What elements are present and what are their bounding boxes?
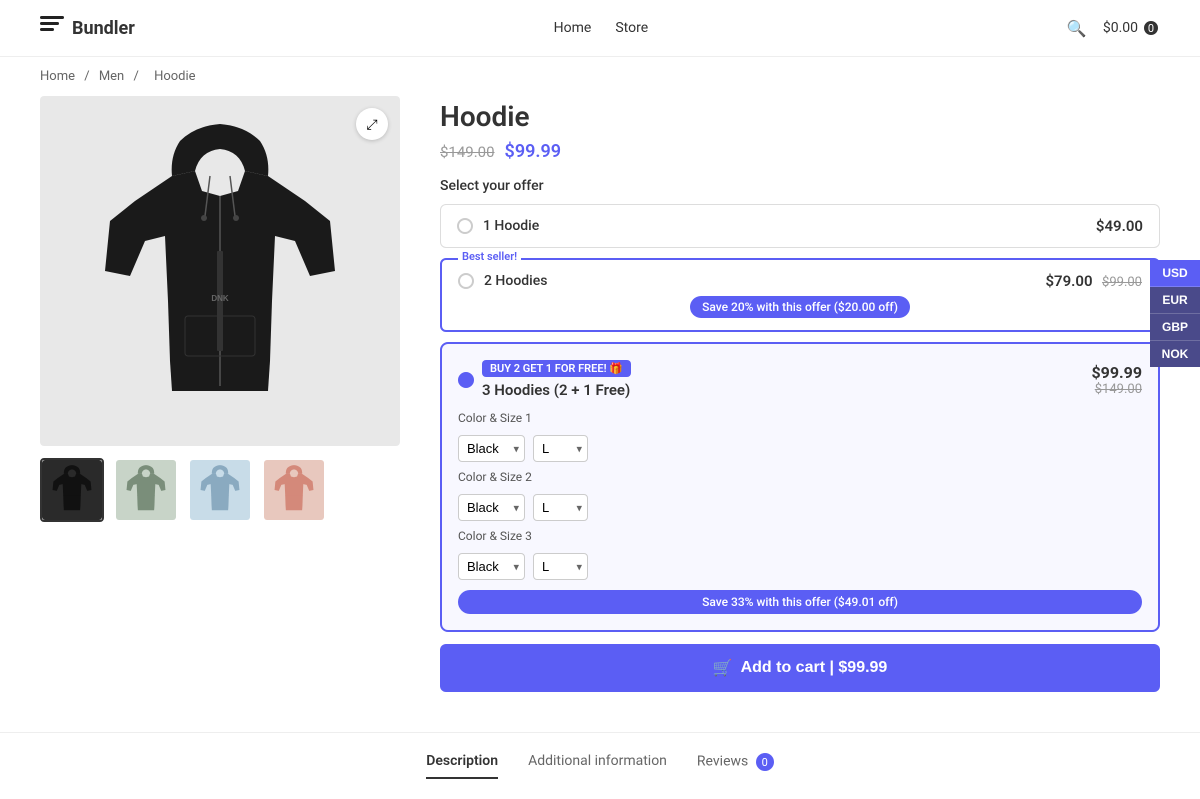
thumbnail-1[interactable]	[114, 458, 178, 522]
currency-usd[interactable]: USD	[1150, 260, 1200, 287]
offer-2-save-badge: Save 20% with this offer ($20.00 off)	[690, 296, 910, 318]
bundle-dot	[458, 372, 474, 388]
reviews-badge: 0	[756, 753, 774, 771]
cart-price: $0.00	[1103, 20, 1138, 36]
thumbnail-0[interactable]	[40, 458, 104, 522]
breadcrumb-men[interactable]: Men	[99, 69, 124, 84]
color-size-label-2: Color & Size 2	[458, 470, 1142, 484]
search-icon[interactable]: 🔍	[1067, 19, 1087, 38]
size-select-3[interactable]: XSSMLXLXXL	[533, 553, 588, 580]
thumbnails	[40, 458, 400, 522]
tab-additional-info[interactable]: Additional information	[528, 753, 667, 779]
color-size-group-1: Color & Size 1 BlackGreenBlueRed XSSMLXL…	[458, 411, 1142, 462]
color-select-2[interactable]: BlackGreenBlueRed	[458, 494, 525, 521]
thumbnail-2[interactable]	[188, 458, 252, 522]
offer-2-price: $79.00	[1045, 272, 1092, 290]
cart-button[interactable]: $0.00 0	[1103, 19, 1160, 37]
expand-button[interactable]: ⤢	[356, 108, 388, 140]
bundle-tag: BUY 2 GET 1 FOR FREE! 🎁	[482, 360, 631, 377]
color-size-label-1: Color & Size 1	[458, 411, 1142, 425]
add-to-cart-label: Add to cart | $99.99	[741, 659, 888, 677]
offer-2-hoodies[interactable]: Best seller! 2 Hoodies $79.00 $99.00 Sav…	[440, 258, 1160, 332]
bundle-prices: $99.99 $149.00	[1091, 363, 1142, 397]
offer-label: Select your offer	[440, 178, 1160, 194]
bundle-offer[interactable]: BUY 2 GET 1 FOR FREE! 🎁 3 Hoodies (2 + 1…	[440, 342, 1160, 632]
header-right: 🔍 $0.00 0	[1067, 19, 1160, 38]
color-select-wrap-1: BlackGreenBlueRed	[458, 435, 525, 462]
breadcrumb-current: Hoodie	[154, 69, 196, 84]
bundle-sale-price: $99.99	[1091, 363, 1142, 382]
logo-text: Bundler	[72, 18, 135, 39]
original-price: $149.00	[440, 143, 495, 161]
logo[interactable]: Bundler	[40, 16, 135, 40]
product-title: Hoodie	[440, 100, 1160, 133]
color-select-1[interactable]: BlackGreenBlueRed	[458, 435, 525, 462]
add-to-cart-button[interactable]: 🛒 Add to cart | $99.99	[440, 644, 1160, 692]
main-content: DNK ⤢	[0, 96, 1200, 732]
svg-text:DNK: DNK	[211, 294, 229, 303]
thumbnail-3[interactable]	[262, 458, 326, 522]
nav-store[interactable]: Store	[615, 20, 648, 36]
offer-1-name: 1 Hoodie	[483, 218, 539, 234]
currency-eur[interactable]: EUR	[1150, 287, 1200, 314]
breadcrumb-home[interactable]: Home	[40, 69, 75, 84]
color-select-3[interactable]: BlackGreenBlueRed	[458, 553, 525, 580]
color-select-wrap-3: BlackGreenBlueRed	[458, 553, 525, 580]
size-select-wrap-2: XSSMLXLXXL	[533, 494, 588, 521]
size-select-1[interactable]: XSSMLXLXXL	[533, 435, 588, 462]
logo-icon	[40, 16, 64, 40]
cart-badge: 0	[1142, 19, 1160, 37]
bundle-save-badge: Save 33% with this offer ($49.01 off)	[458, 590, 1142, 614]
color-select-wrap-2: BlackGreenBlueRed	[458, 494, 525, 521]
color-size-group-2: Color & Size 2 BlackGreenBlueRed XSSMLXL…	[458, 470, 1142, 521]
header: Bundler Home Store 🔍 $0.00 0	[0, 0, 1200, 57]
tab-reviews[interactable]: Reviews 0	[697, 753, 774, 779]
offer-2-radio	[458, 273, 474, 289]
offer-1-hoodie[interactable]: 1 Hoodie $49.00	[440, 204, 1160, 248]
main-image-wrap: DNK ⤢	[40, 96, 400, 446]
bestseller-badge: Best seller!	[458, 250, 521, 263]
size-select-2[interactable]: XSSMLXLXXL	[533, 494, 588, 521]
color-size-group-3: Color & Size 3 BlackGreenBlueRed XSSMLXL…	[458, 529, 1142, 580]
size-select-wrap-1: XSSMLXLXXL	[533, 435, 588, 462]
product-image: DNK	[90, 121, 350, 421]
tabs: Description Additional information Revie…	[40, 753, 1160, 779]
cart-icon: 🛒	[713, 658, 733, 678]
nav-home[interactable]: Home	[554, 20, 592, 36]
bundle-orig-price: $149.00	[1091, 382, 1142, 397]
offer-2-old-price: $99.00	[1102, 275, 1142, 290]
offer-2-name: 2 Hoodies	[484, 273, 547, 289]
offer-1-radio	[457, 218, 473, 234]
tabs-section: Description Additional information Revie…	[0, 732, 1200, 799]
product-image-section: DNK ⤢	[40, 96, 400, 692]
expand-icon: ⤢	[366, 116, 377, 133]
currency-sidebar: USD EUR GBP NOK	[1150, 260, 1200, 367]
main-nav: Home Store	[554, 20, 648, 36]
currency-nok[interactable]: NOK	[1150, 341, 1200, 367]
breadcrumb: Home / Men / Hoodie	[0, 57, 1200, 96]
size-select-wrap-3: XSSMLXLXXL	[533, 553, 588, 580]
product-details: Hoodie $149.00 $99.99 Select your offer …	[440, 96, 1160, 692]
color-size-label-3: Color & Size 3	[458, 529, 1142, 543]
tab-reviews-label: Reviews	[697, 754, 748, 770]
sale-price: $99.99	[505, 141, 562, 162]
currency-gbp[interactable]: GBP	[1150, 314, 1200, 341]
offer-1-price: $49.00	[1096, 217, 1143, 235]
price-row: $149.00 $99.99	[440, 141, 1160, 162]
tab-description[interactable]: Description	[426, 753, 498, 779]
bundle-name: 3 Hoodies (2 + 1 Free)	[482, 381, 1083, 399]
